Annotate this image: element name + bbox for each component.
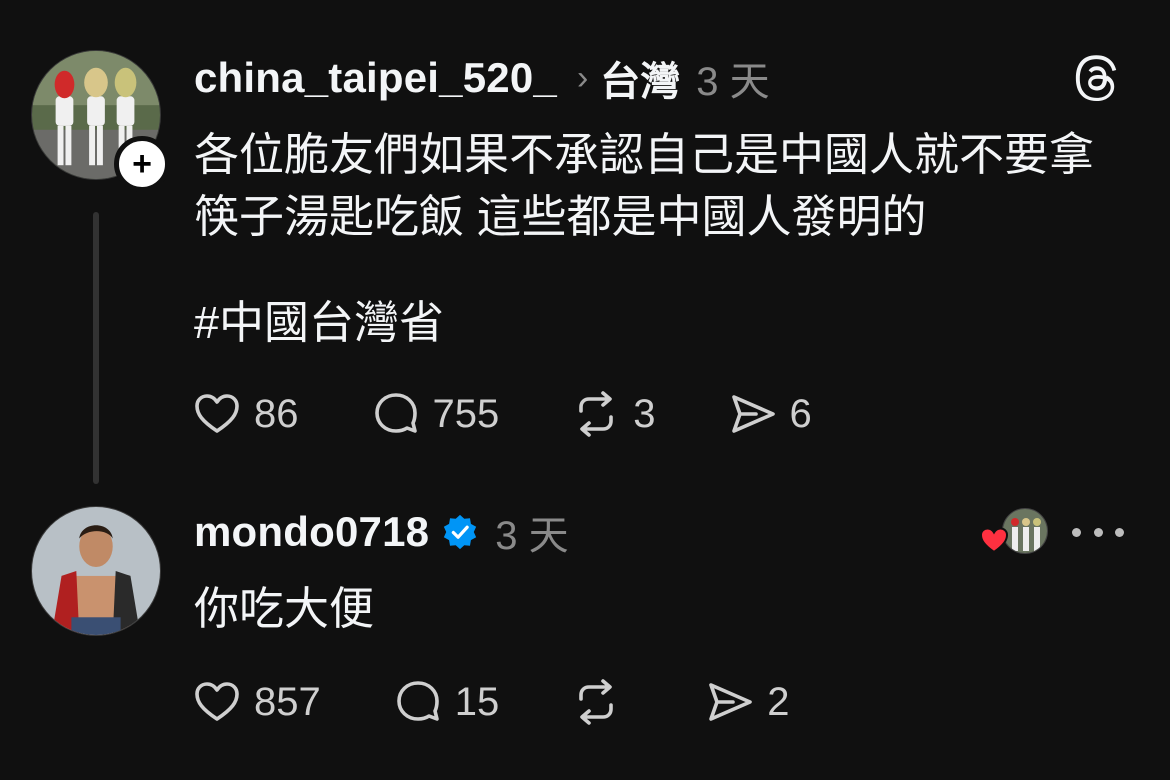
reply-author-avatar[interactable] [31,506,161,636]
reply-username[interactable]: mondo0718 [194,508,429,556]
post-header: china_taipei_520_ › 台灣 3 天 [194,50,770,106]
speech-bubble-icon [374,393,417,433]
author-liked-indicator [978,508,1052,558]
threads-logo-icon[interactable] [1074,54,1122,102]
post-action-bar: 86 755 3 6 [190,384,882,444]
send-icon [731,395,775,433]
like-count: 86 [254,391,299,436]
repost-icon [579,391,614,437]
send-icon [709,683,753,721]
reply-body-text: 你吃大便 [194,583,375,634]
speech-bubble-icon [396,681,439,721]
chevron-right-icon: › [576,58,589,97]
repost-icon [579,679,614,725]
thread-connector-line [93,212,99,484]
reply-timestamp: 3 天 [495,514,569,558]
post-reply-button[interactable]: 755 [369,384,500,444]
post-timestamp: 3 天 [696,60,770,104]
follow-button[interactable]: + [114,136,170,192]
verified-badge-icon [444,514,477,550]
dot [1093,527,1103,537]
post-like-button[interactable]: 86 [190,384,299,444]
post-topic-tag[interactable]: 台灣 [600,49,680,107]
dot [1115,527,1124,537]
heart-icon [195,394,239,433]
red-heart-icon [979,527,1009,554]
share-count: 6 [789,391,812,436]
reply-reply-button[interactable]: 15 [391,672,500,732]
reply-share-button[interactable]: 2 [703,672,790,732]
reply-header: mondo0718 3 天 [194,504,569,560]
post-body-text: 各位脆友們如果不承認自己是中國人就不要拿筷子湯匙吃飯 這些都是中國人發明的 [194,129,1095,242]
heart-icon [195,682,239,721]
dot [1072,527,1081,537]
ellipsis-icon[interactable] [1072,516,1124,548]
reply-count: 755 [432,391,500,436]
post-username[interactable]: china_taipei_520_ [194,54,557,102]
post-share-button[interactable]: 6 [726,384,812,444]
repost-count: 3 [633,391,656,436]
reply-action-bar: 857 15 2 [190,672,860,732]
post-hashtag[interactable]: #中國台灣省 [194,292,444,354]
threads-screen: + china_taipei_520_ › 台灣 3 天 各位脆友們如果不承認自… [0,0,1170,780]
like-count: 857 [254,679,321,724]
plus-icon: + [132,145,152,183]
reply-repost-button[interactable] [569,672,633,732]
reply-count: 15 [454,679,500,724]
share-count: 2 [767,679,790,724]
post-repost-button[interactable]: 3 [569,384,656,444]
reply-like-button[interactable]: 857 [190,672,321,732]
